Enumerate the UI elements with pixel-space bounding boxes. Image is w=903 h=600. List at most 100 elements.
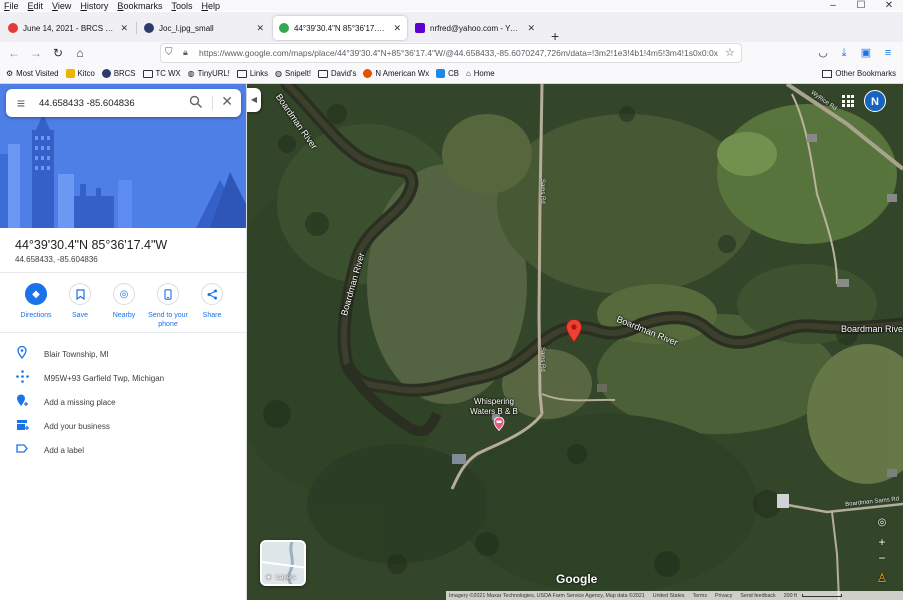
close-icon[interactable]: ✕ bbox=[221, 93, 233, 110]
hero-illustration: ≡ ✕ bbox=[0, 84, 246, 228]
map-attribution-bar: Imagery ©2021 Maxar Technologies, USDA F… bbox=[446, 591, 903, 600]
bookmark-folder-links[interactable]: Links bbox=[236, 69, 269, 78]
search-divider bbox=[212, 96, 213, 110]
menu-view[interactable]: View bbox=[52, 1, 71, 11]
menu-history[interactable]: History bbox=[80, 1, 108, 11]
send-to-phone-button[interactable]: Send to your phone bbox=[146, 283, 190, 329]
plus-code-icon bbox=[0, 370, 44, 386]
info-text: Add a label bbox=[44, 445, 85, 455]
bookmark-kitco[interactable]: Kitco bbox=[65, 69, 95, 78]
hotel-marker-icon[interactable] bbox=[493, 417, 505, 431]
url-text: https://www.google.com/maps/place/44°39'… bbox=[199, 48, 718, 58]
star-icon[interactable]: ☆ bbox=[725, 46, 735, 59]
minimize-icon[interactable]: – bbox=[819, 0, 847, 12]
info-row-location[interactable]: Blair Township, MI bbox=[0, 342, 246, 366]
satellite-map[interactable]: Boardman River Boardman River Boardman R… bbox=[247, 84, 903, 600]
search-icon[interactable] bbox=[189, 95, 203, 109]
tab-joc-image[interactable]: Joc_l.jpg_small ✕ bbox=[138, 16, 270, 40]
bookmark-brcs[interactable]: BRCS bbox=[101, 69, 136, 78]
other-bookmarks[interactable]: Other Bookmarks bbox=[822, 69, 896, 78]
info-row-add-label[interactable]: Add a label bbox=[0, 438, 246, 462]
menu-bookmarks[interactable]: Bookmarks bbox=[117, 1, 162, 11]
bookmark-home[interactable]: ⌂ Home bbox=[466, 69, 495, 78]
tab-google-maps[interactable]: 44°39'30.4"N 85°36'17.4"W - Go ✕ bbox=[273, 16, 407, 40]
save-button[interactable]: Save bbox=[58, 283, 102, 329]
shield-icon[interactable]: ⛉ bbox=[165, 47, 173, 58]
tab-close-icon[interactable]: ✕ bbox=[120, 23, 128, 34]
send-feedback-link[interactable]: Send feedback bbox=[740, 593, 775, 599]
back-icon[interactable]: ← bbox=[6, 45, 22, 61]
bookmark-tinyurl[interactable]: ◍ TinyURL! bbox=[188, 69, 230, 78]
bookmark-label: Home bbox=[473, 69, 495, 78]
bookmark-cb[interactable]: CB bbox=[436, 69, 459, 78]
bookmark-label: Kitco bbox=[77, 69, 95, 78]
bookmark-snipeit[interactable]: ◍ Snipelt! bbox=[275, 69, 311, 78]
info-text: Add your business bbox=[44, 421, 110, 431]
place-title: 44°39'30.4"N 85°36'17.4"W bbox=[15, 238, 168, 252]
road-label: Sams Rd bbox=[539, 347, 545, 372]
lock-icon[interactable]: 🔒︎ bbox=[183, 47, 188, 58]
my-location-icon[interactable]: ◎ bbox=[871, 515, 893, 531]
menu-help[interactable]: Help bbox=[201, 1, 220, 11]
scale-bar[interactable]: 200 ft bbox=[784, 593, 797, 599]
privacy-link[interactable]: Privacy bbox=[715, 593, 732, 599]
collapse-panel-button[interactable]: ◀ bbox=[247, 88, 261, 112]
zoom-in-button[interactable]: + bbox=[871, 534, 893, 550]
tab-label: Joc_l.jpg_small bbox=[159, 23, 214, 33]
road-label: Sams Rd bbox=[539, 179, 545, 204]
forward-icon[interactable]: → bbox=[28, 45, 44, 61]
info-text: Add a missing place bbox=[44, 397, 116, 407]
close-window-icon[interactable]: ✕ bbox=[875, 0, 903, 12]
avatar[interactable]: N bbox=[864, 90, 886, 112]
directions-icon: ◆ bbox=[25, 283, 47, 305]
tab-close-icon[interactable]: ✕ bbox=[527, 23, 535, 34]
location-pin-marker-icon[interactable] bbox=[565, 319, 583, 343]
bookmark-label: TinyURL! bbox=[197, 69, 230, 78]
google-apps-icon[interactable] bbox=[842, 95, 854, 107]
folder-icon bbox=[318, 69, 329, 78]
zoom-out-button[interactable]: − bbox=[871, 550, 893, 566]
app-menu-icon[interactable]: ≡ bbox=[881, 46, 895, 60]
bookmark-label: Links bbox=[249, 69, 269, 78]
navigation-bar: ← → ↻ ⌂ https://www.google.com/maps/plac… bbox=[0, 42, 903, 64]
terms-link[interactable]: Terms bbox=[693, 593, 707, 599]
action-buttons: ◆ Directions Save ◎ Nearby Send to your … bbox=[14, 283, 234, 329]
tab-close-icon[interactable]: ✕ bbox=[256, 23, 264, 34]
reload-icon[interactable]: ↻ bbox=[50, 45, 66, 61]
bookmark-n-american-wx[interactable]: N American Wx bbox=[363, 69, 429, 78]
business-icon bbox=[0, 419, 44, 434]
extension-icon[interactable]: ▣ bbox=[859, 46, 873, 60]
hamburger-menu-icon[interactable]: ≡ bbox=[6, 95, 36, 111]
url-bar[interactable]: https://www.google.com/maps/place/44°39'… bbox=[160, 43, 742, 63]
maps-favicon-icon bbox=[279, 23, 289, 33]
nearby-button[interactable]: ◎ Nearby bbox=[102, 283, 146, 329]
region-link[interactable]: United States bbox=[653, 593, 685, 599]
menu-tools[interactable]: Tools bbox=[171, 1, 192, 11]
folder-icon bbox=[236, 69, 247, 78]
tab-favicon-icon bbox=[415, 23, 425, 33]
search-input[interactable] bbox=[39, 97, 179, 109]
menu-edit[interactable]: Edit bbox=[28, 1, 44, 11]
download-icon[interactable]: ⤓ bbox=[837, 46, 851, 60]
pegman-icon[interactable]: ♙ bbox=[871, 570, 893, 586]
info-row-add-business[interactable]: Add your business bbox=[0, 414, 246, 438]
bookmark-folder-davids[interactable]: David's bbox=[318, 69, 356, 78]
maximize-icon[interactable]: ☐ bbox=[847, 0, 875, 12]
share-button[interactable]: Share bbox=[190, 283, 234, 329]
home-icon[interactable]: ⌂ bbox=[72, 45, 88, 61]
search-box[interactable]: ≡ ✕ bbox=[6, 89, 241, 117]
bookmark-folder-tc-wx[interactable]: TC WX bbox=[142, 69, 181, 78]
directions-button[interactable]: ◆ Directions bbox=[14, 283, 58, 329]
tab-brcs[interactable]: June 14, 2021 - BRCS - Shumsky ✕ bbox=[2, 16, 134, 40]
tab-close-icon[interactable]: ✕ bbox=[393, 23, 401, 34]
layers-button[interactable]: ◈ Layers bbox=[260, 540, 306, 586]
folder-icon bbox=[822, 69, 833, 78]
tab-yahoo-mail[interactable]: nrfred@yahoo.com - Yahoo M ✕ bbox=[409, 16, 541, 40]
bookmark-most-visited[interactable]: ⚙ Most Visited bbox=[6, 69, 59, 78]
info-row-add-place[interactable]: Add a missing place bbox=[0, 390, 246, 414]
bookmarks-toolbar: ⚙ Most Visited Kitco BRCS TC WX ◍ TinyUR… bbox=[0, 64, 903, 84]
info-row-plus-code[interactable]: M95W+93 Garfield Twp, Michigan bbox=[0, 366, 246, 390]
poi-label[interactable]: Whispering Waters B & B bbox=[464, 397, 524, 417]
pocket-icon[interactable]: ◡ bbox=[816, 46, 830, 60]
menu-file[interactable]: File bbox=[4, 1, 19, 11]
